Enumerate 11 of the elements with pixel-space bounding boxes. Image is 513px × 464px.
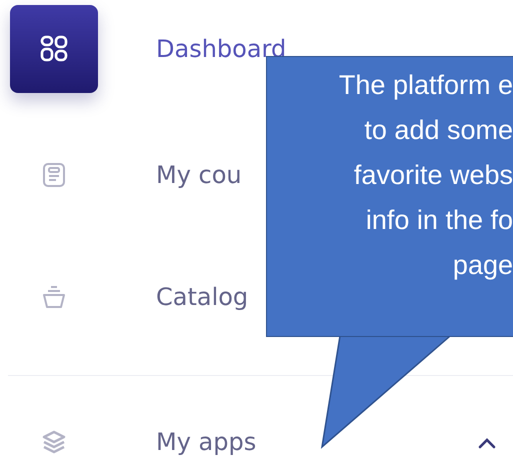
grid-icon — [40, 35, 68, 63]
menu-link[interactable]: My cou — [156, 157, 242, 193]
menu-link[interactable]: My apps — [156, 424, 256, 460]
document-icon — [43, 163, 65, 187]
menu-link[interactable]: Dashboard — [156, 31, 286, 67]
bowl-icon — [42, 285, 66, 309]
chevron-up-icon[interactable] — [478, 436, 496, 449]
menu-link[interactable]: Catalog — [156, 279, 248, 315]
callout-text: The platform e to add some favorite webs info in the fo page — [338, 69, 513, 282]
menu-icon-tile[interactable] — [10, 5, 98, 93]
layers-icon — [42, 430, 66, 454]
